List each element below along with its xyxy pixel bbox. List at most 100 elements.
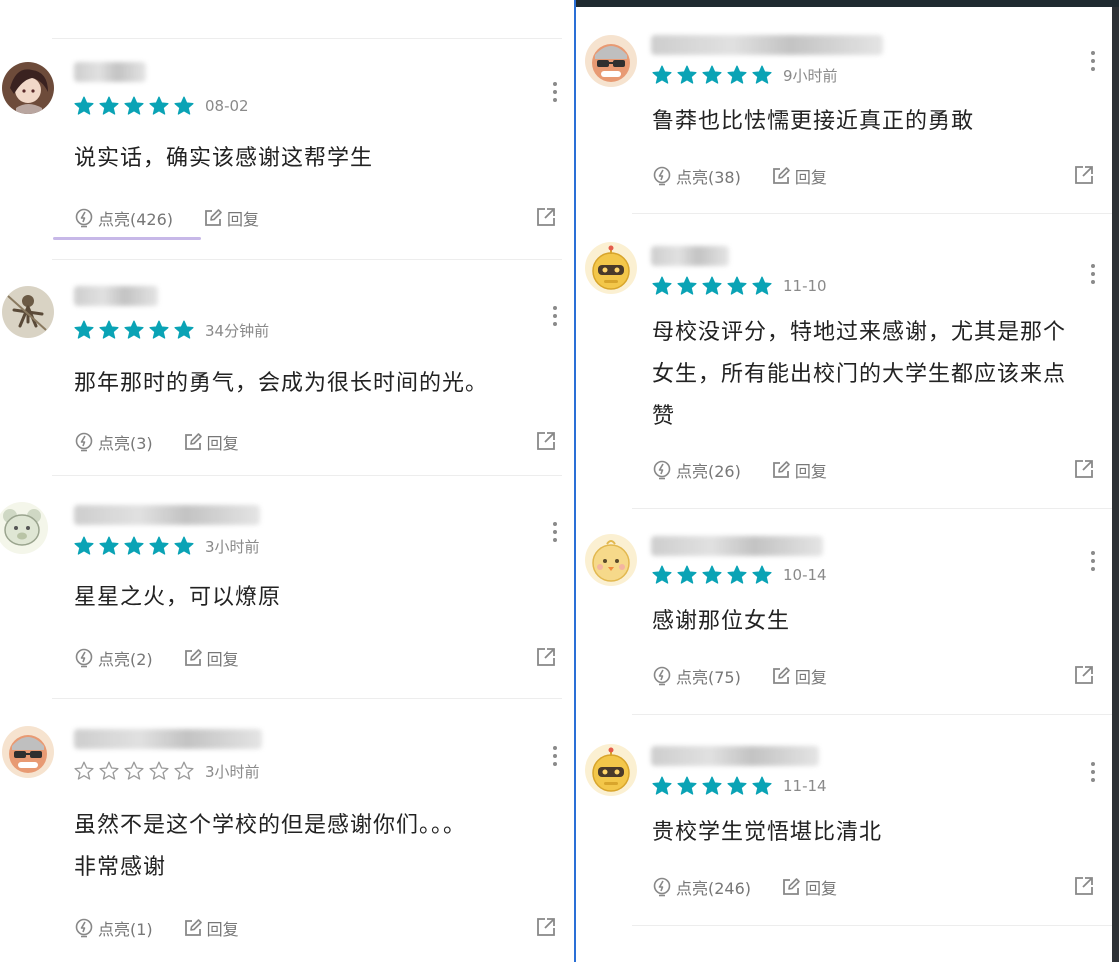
like-button[interactable]: 点亮(38) (652, 164, 741, 188)
star-filled-icon (727, 776, 747, 795)
share-icon[interactable] (536, 207, 556, 227)
username-blurred[interactable] (74, 505, 260, 525)
avatar[interactable] (2, 62, 54, 114)
avatar[interactable] (2, 726, 54, 778)
star-filled-icon (677, 776, 697, 795)
reply-button[interactable]: 回复 (183, 430, 239, 454)
like-button[interactable]: 点亮(75) (652, 664, 741, 688)
comment-text-line: 星星之火，可以燎原 (74, 585, 282, 610)
stars (74, 536, 199, 556)
like-label: 点亮(75) (676, 668, 741, 687)
active-underline (53, 237, 201, 240)
reply-button[interactable]: 回复 (771, 458, 827, 482)
more-options-icon[interactable] (1090, 551, 1096, 571)
reply-button[interactable]: 回复 (183, 916, 239, 940)
stars (74, 761, 199, 781)
like-button[interactable]: 点亮(426) (74, 206, 173, 230)
like-button[interactable]: 点亮(2) (74, 646, 153, 670)
avatar[interactable] (0, 502, 48, 554)
reply-label: 回复 (794, 668, 827, 687)
comment-text-line: 那年那时的勇气，会成为很长时间的光。 (74, 371, 489, 396)
username-blurred[interactable] (651, 35, 883, 55)
share-icon[interactable] (536, 647, 556, 667)
star-rating: 3小时前 (74, 759, 260, 783)
share-icon[interactable] (1074, 165, 1094, 185)
star-filled-icon (99, 320, 119, 339)
light-bulb-icon (75, 918, 93, 938)
username-blurred[interactable] (74, 729, 262, 749)
comment-text-line: 非常感谢 (74, 855, 167, 880)
share-icon[interactable] (1074, 459, 1094, 479)
more-options-icon[interactable] (1090, 762, 1096, 782)
username-blurred[interactable] (74, 62, 146, 82)
comment-actions: 点亮(26) 回复 (652, 457, 857, 483)
reply-button[interactable]: 回复 (771, 164, 827, 188)
avatar[interactable] (585, 242, 637, 294)
stars (652, 565, 777, 585)
light-bulb-icon (75, 432, 93, 452)
edit-icon (184, 649, 202, 666)
comment-date: 11-14 (783, 777, 827, 795)
more-options-icon[interactable] (1090, 264, 1096, 284)
comment-text-line: 鲁莽也比怯懦更接近真正的勇敢 (652, 109, 975, 134)
more-options-icon[interactable] (552, 82, 558, 102)
comment-actions: 点亮(2) 回复 (74, 645, 269, 671)
comment-actions: 点亮(3) 回复 (74, 429, 269, 455)
reply-label: 回复 (206, 434, 239, 453)
star-filled-icon (652, 276, 672, 295)
left-comment-panel: 08-02 说实话，确实该感谢这帮学生 点亮(426) 回复 34分钟前 那年那… (0, 0, 574, 962)
reply-label: 回复 (206, 920, 239, 939)
share-icon[interactable] (536, 431, 556, 451)
username-blurred[interactable] (651, 246, 729, 266)
username-blurred[interactable] (651, 536, 823, 556)
bear-avatar-icon (0, 502, 48, 554)
star-empty-icon (74, 761, 94, 780)
avatar[interactable] (585, 35, 637, 87)
comment-item: 9小时前 鲁莽也比怯懦更接近真正的勇敢 点亮(38) 回复 (576, 7, 1119, 213)
avatar[interactable] (585, 744, 637, 796)
share-icon[interactable] (536, 917, 556, 937)
like-button[interactable]: 点亮(246) (652, 875, 751, 899)
robot-avatar-icon (585, 242, 637, 294)
star-filled-icon (727, 65, 747, 84)
like-button[interactable]: 点亮(26) (652, 458, 741, 482)
reply-button[interactable]: 回复 (183, 646, 239, 670)
avatar[interactable] (2, 286, 54, 338)
star-filled-icon (124, 320, 144, 339)
share-icon[interactable] (1074, 665, 1094, 685)
star-filled-icon (74, 96, 94, 115)
more-options-icon[interactable] (552, 746, 558, 766)
reply-button[interactable]: 回复 (203, 206, 259, 230)
comment-item: 08-02 说实话，确实该感谢这帮学生 点亮(426) 回复 (0, 0, 574, 260)
like-button[interactable]: 点亮(3) (74, 430, 153, 454)
like-button[interactable]: 点亮(1) (74, 916, 153, 940)
more-options-icon[interactable] (552, 306, 558, 326)
light-bulb-icon (653, 460, 671, 480)
more-options-icon[interactable] (1090, 51, 1096, 71)
star-rating: 10-14 (652, 563, 827, 587)
comment-actions: 点亮(75) 回复 (652, 663, 857, 689)
like-label: 点亮(1) (98, 920, 153, 939)
sunglasses-avatar-icon (585, 35, 637, 87)
username-blurred[interactable] (651, 746, 819, 766)
edit-icon (184, 433, 202, 450)
reply-button[interactable]: 回复 (771, 664, 827, 688)
star-filled-icon (677, 65, 697, 84)
edit-icon (184, 919, 202, 936)
more-options-icon[interactable] (552, 522, 558, 542)
star-filled-icon (652, 565, 672, 584)
reply-label: 回复 (794, 168, 827, 187)
light-bulb-icon (653, 166, 671, 186)
avatar[interactable] (585, 534, 637, 586)
sunglasses-avatar-icon (2, 726, 54, 778)
separator (632, 925, 1112, 926)
username-blurred[interactable] (74, 286, 158, 306)
robot-avatar-icon (585, 744, 637, 796)
reply-button[interactable]: 回复 (781, 875, 837, 899)
star-filled-icon (74, 536, 94, 555)
share-icon[interactable] (1074, 876, 1094, 896)
star-filled-icon (149, 320, 169, 339)
star-filled-icon (702, 65, 722, 84)
edit-icon (772, 461, 790, 478)
like-label: 点亮(38) (676, 168, 741, 187)
